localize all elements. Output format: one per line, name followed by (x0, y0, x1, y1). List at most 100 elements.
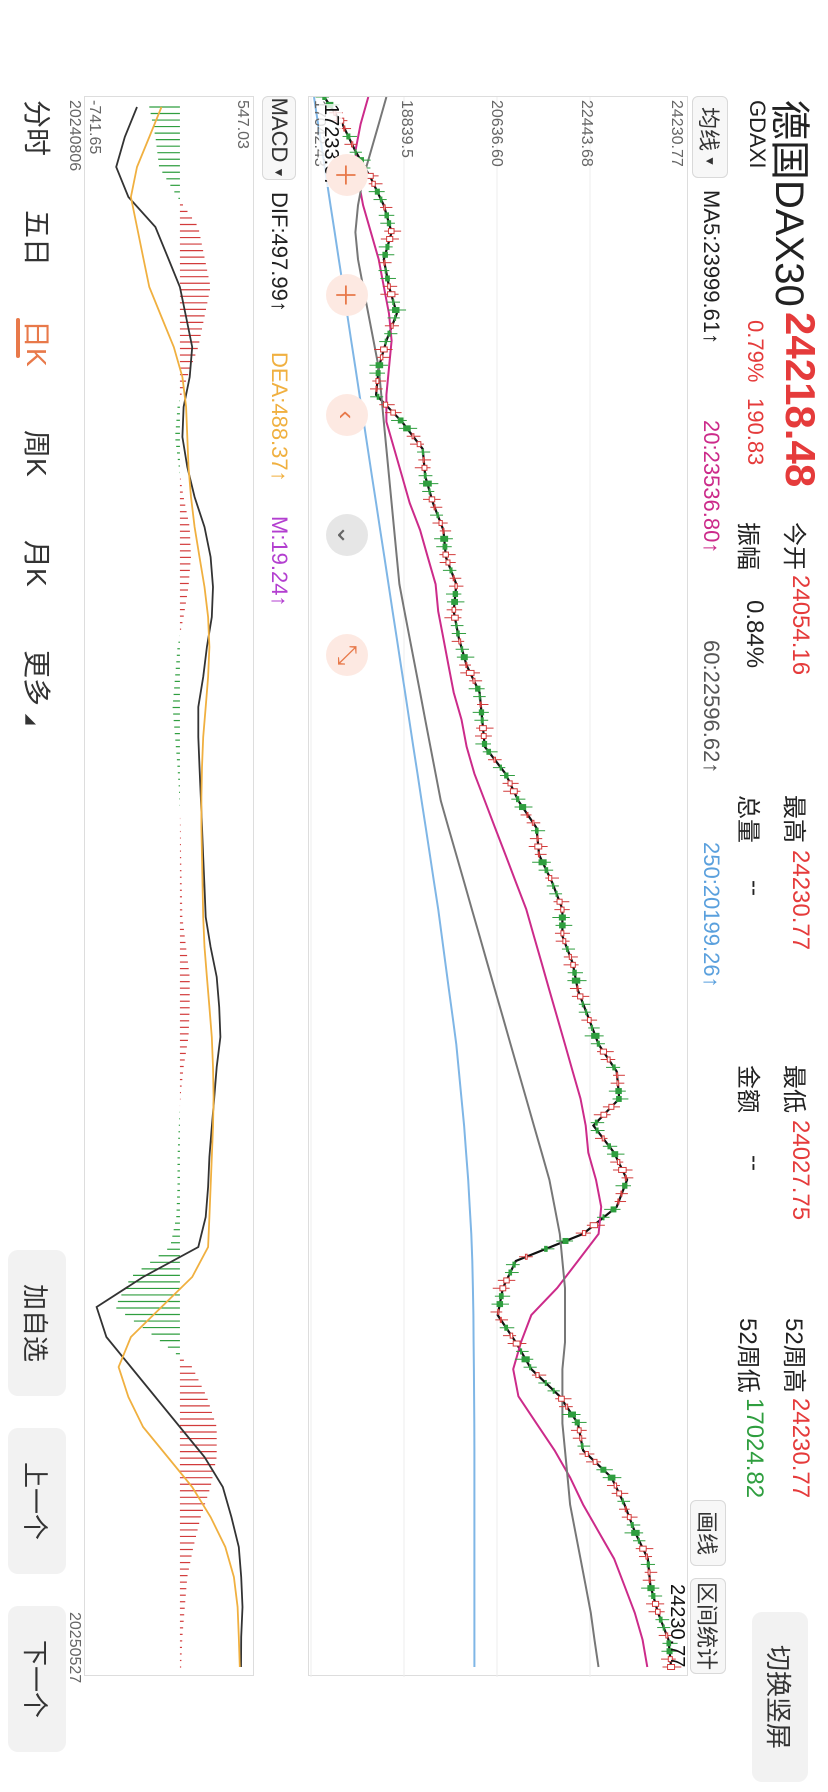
candle-body (498, 1293, 504, 1300)
candle-body (481, 740, 488, 747)
candle-body (433, 504, 436, 511)
candle-body (382, 401, 389, 408)
ma-selector[interactable]: 均线 ▼ (692, 96, 728, 178)
candle-body (442, 527, 445, 534)
tab-weekly-k[interactable]: 周K (18, 430, 58, 477)
wk52-high-value: 24230.77 (787, 1398, 814, 1499)
candle-body (600, 1466, 607, 1473)
candle-body (508, 1269, 513, 1276)
next-button[interactable]: 下一个 (8, 1606, 66, 1752)
zoom-plus-icon[interactable]: ＋ (326, 274, 368, 316)
candle-body (507, 780, 513, 787)
kline-chart-frame[interactable] (308, 96, 688, 1677)
amount-label: 金额 (734, 1065, 761, 1113)
candle-body (460, 646, 464, 653)
candle-body (422, 456, 425, 463)
candle-body (475, 685, 481, 692)
candle-body (354, 149, 357, 156)
candle-body (379, 354, 384, 361)
candle-body (615, 1088, 622, 1095)
previous-button[interactable]: 上一个 (8, 1428, 66, 1574)
candle-body (562, 1237, 569, 1244)
candle-body (375, 370, 381, 377)
candle-body (630, 1521, 634, 1528)
candle-body (646, 1561, 650, 1568)
candle-body (624, 1506, 627, 1513)
candle-body (537, 851, 540, 858)
zoom-in-icon[interactable]: ＋ (326, 154, 368, 196)
candle-body (479, 701, 482, 708)
chevron-down-icon[interactable]: ⌄ (326, 514, 368, 556)
candle-body (479, 725, 487, 732)
range-stats-button[interactable]: 区间统计 (690, 1578, 726, 1674)
candle-body (509, 788, 518, 795)
candle-body (529, 1364, 532, 1371)
candle-body (595, 1127, 599, 1134)
add-watchlist-button[interactable]: 加自选 (8, 1250, 66, 1396)
candle-body (607, 1143, 611, 1150)
candle-body (589, 1222, 599, 1229)
chevron-left-icon[interactable]: ‹ (326, 394, 368, 436)
candle-body (411, 433, 415, 440)
candle-body (624, 1174, 627, 1181)
candle-body (579, 1435, 583, 1442)
index-name: 德国DAX30 (767, 100, 811, 307)
candle-body (580, 1443, 584, 1450)
candle-body (591, 1032, 600, 1039)
candle-body (382, 251, 388, 258)
candle-body (392, 299, 395, 306)
macd-chart (95, 106, 244, 1668)
collapse-icon[interactable]: ⤡ (326, 634, 368, 676)
candle-body (392, 307, 400, 314)
candle-body (403, 425, 411, 432)
candle-body (613, 1482, 618, 1489)
tab-daily-k[interactable]: 日K (18, 320, 58, 367)
macd-line-dif (95, 106, 244, 1668)
candle-body (458, 638, 462, 645)
tab-more[interactable]: 更多 ◢ (18, 650, 58, 725)
candle-body (535, 1372, 540, 1379)
candle-body (451, 598, 459, 605)
candle-body (421, 464, 428, 471)
high-label: 最高 (780, 795, 807, 843)
volume-value: -- (741, 880, 768, 896)
candle-body (612, 1064, 616, 1071)
candle-body (621, 1498, 624, 1505)
current-price-marker: 24230.77 (666, 1584, 688, 1668)
macd-chart-frame[interactable] (84, 96, 254, 1676)
wk52-low-value: 17024.82 (741, 1398, 768, 1499)
tab-intraday[interactable]: 分时 (18, 100, 58, 156)
candle-body (451, 606, 457, 613)
candle-body (558, 914, 566, 921)
current-price: 24218.48 (777, 312, 824, 488)
candle-body (552, 1387, 555, 1394)
tab-monthly-k[interactable]: 月K (18, 540, 58, 587)
candle-body (387, 330, 391, 337)
candle-body (570, 961, 576, 968)
candle-body (380, 346, 388, 353)
candle-body (558, 1395, 565, 1402)
amplitude-label: 振幅 (734, 522, 761, 570)
candle-body (626, 1514, 632, 1521)
macd-dif: DIF:497.99↑ (267, 192, 292, 312)
ma60-value: 60:22596.62↑ (699, 640, 724, 774)
candle-body (423, 480, 432, 487)
tab-five-day[interactable]: 五日 (18, 210, 58, 266)
candle-body (552, 882, 555, 889)
candle-body (384, 338, 387, 345)
candle-body (350, 141, 354, 148)
candle-body (647, 1585, 655, 1592)
price-axis-label-0: 24230.77 (668, 100, 685, 167)
macd-selector[interactable]: MACD ▼ (262, 96, 296, 180)
candle-body (599, 1048, 608, 1055)
candle-body (562, 938, 567, 945)
ma5-value: MA5:23999.61↑ (699, 190, 724, 345)
candle-body (576, 1427, 582, 1434)
candle-body (544, 1245, 548, 1252)
draw-line-button[interactable]: 画线 (690, 1500, 726, 1566)
candle-body (346, 133, 351, 140)
candle-body (536, 835, 539, 842)
open-value: 24054.16 (787, 575, 814, 676)
switch-portrait-button[interactable]: 切换竖屏 (752, 1612, 808, 1782)
amount-value: -- (741, 1155, 768, 1171)
